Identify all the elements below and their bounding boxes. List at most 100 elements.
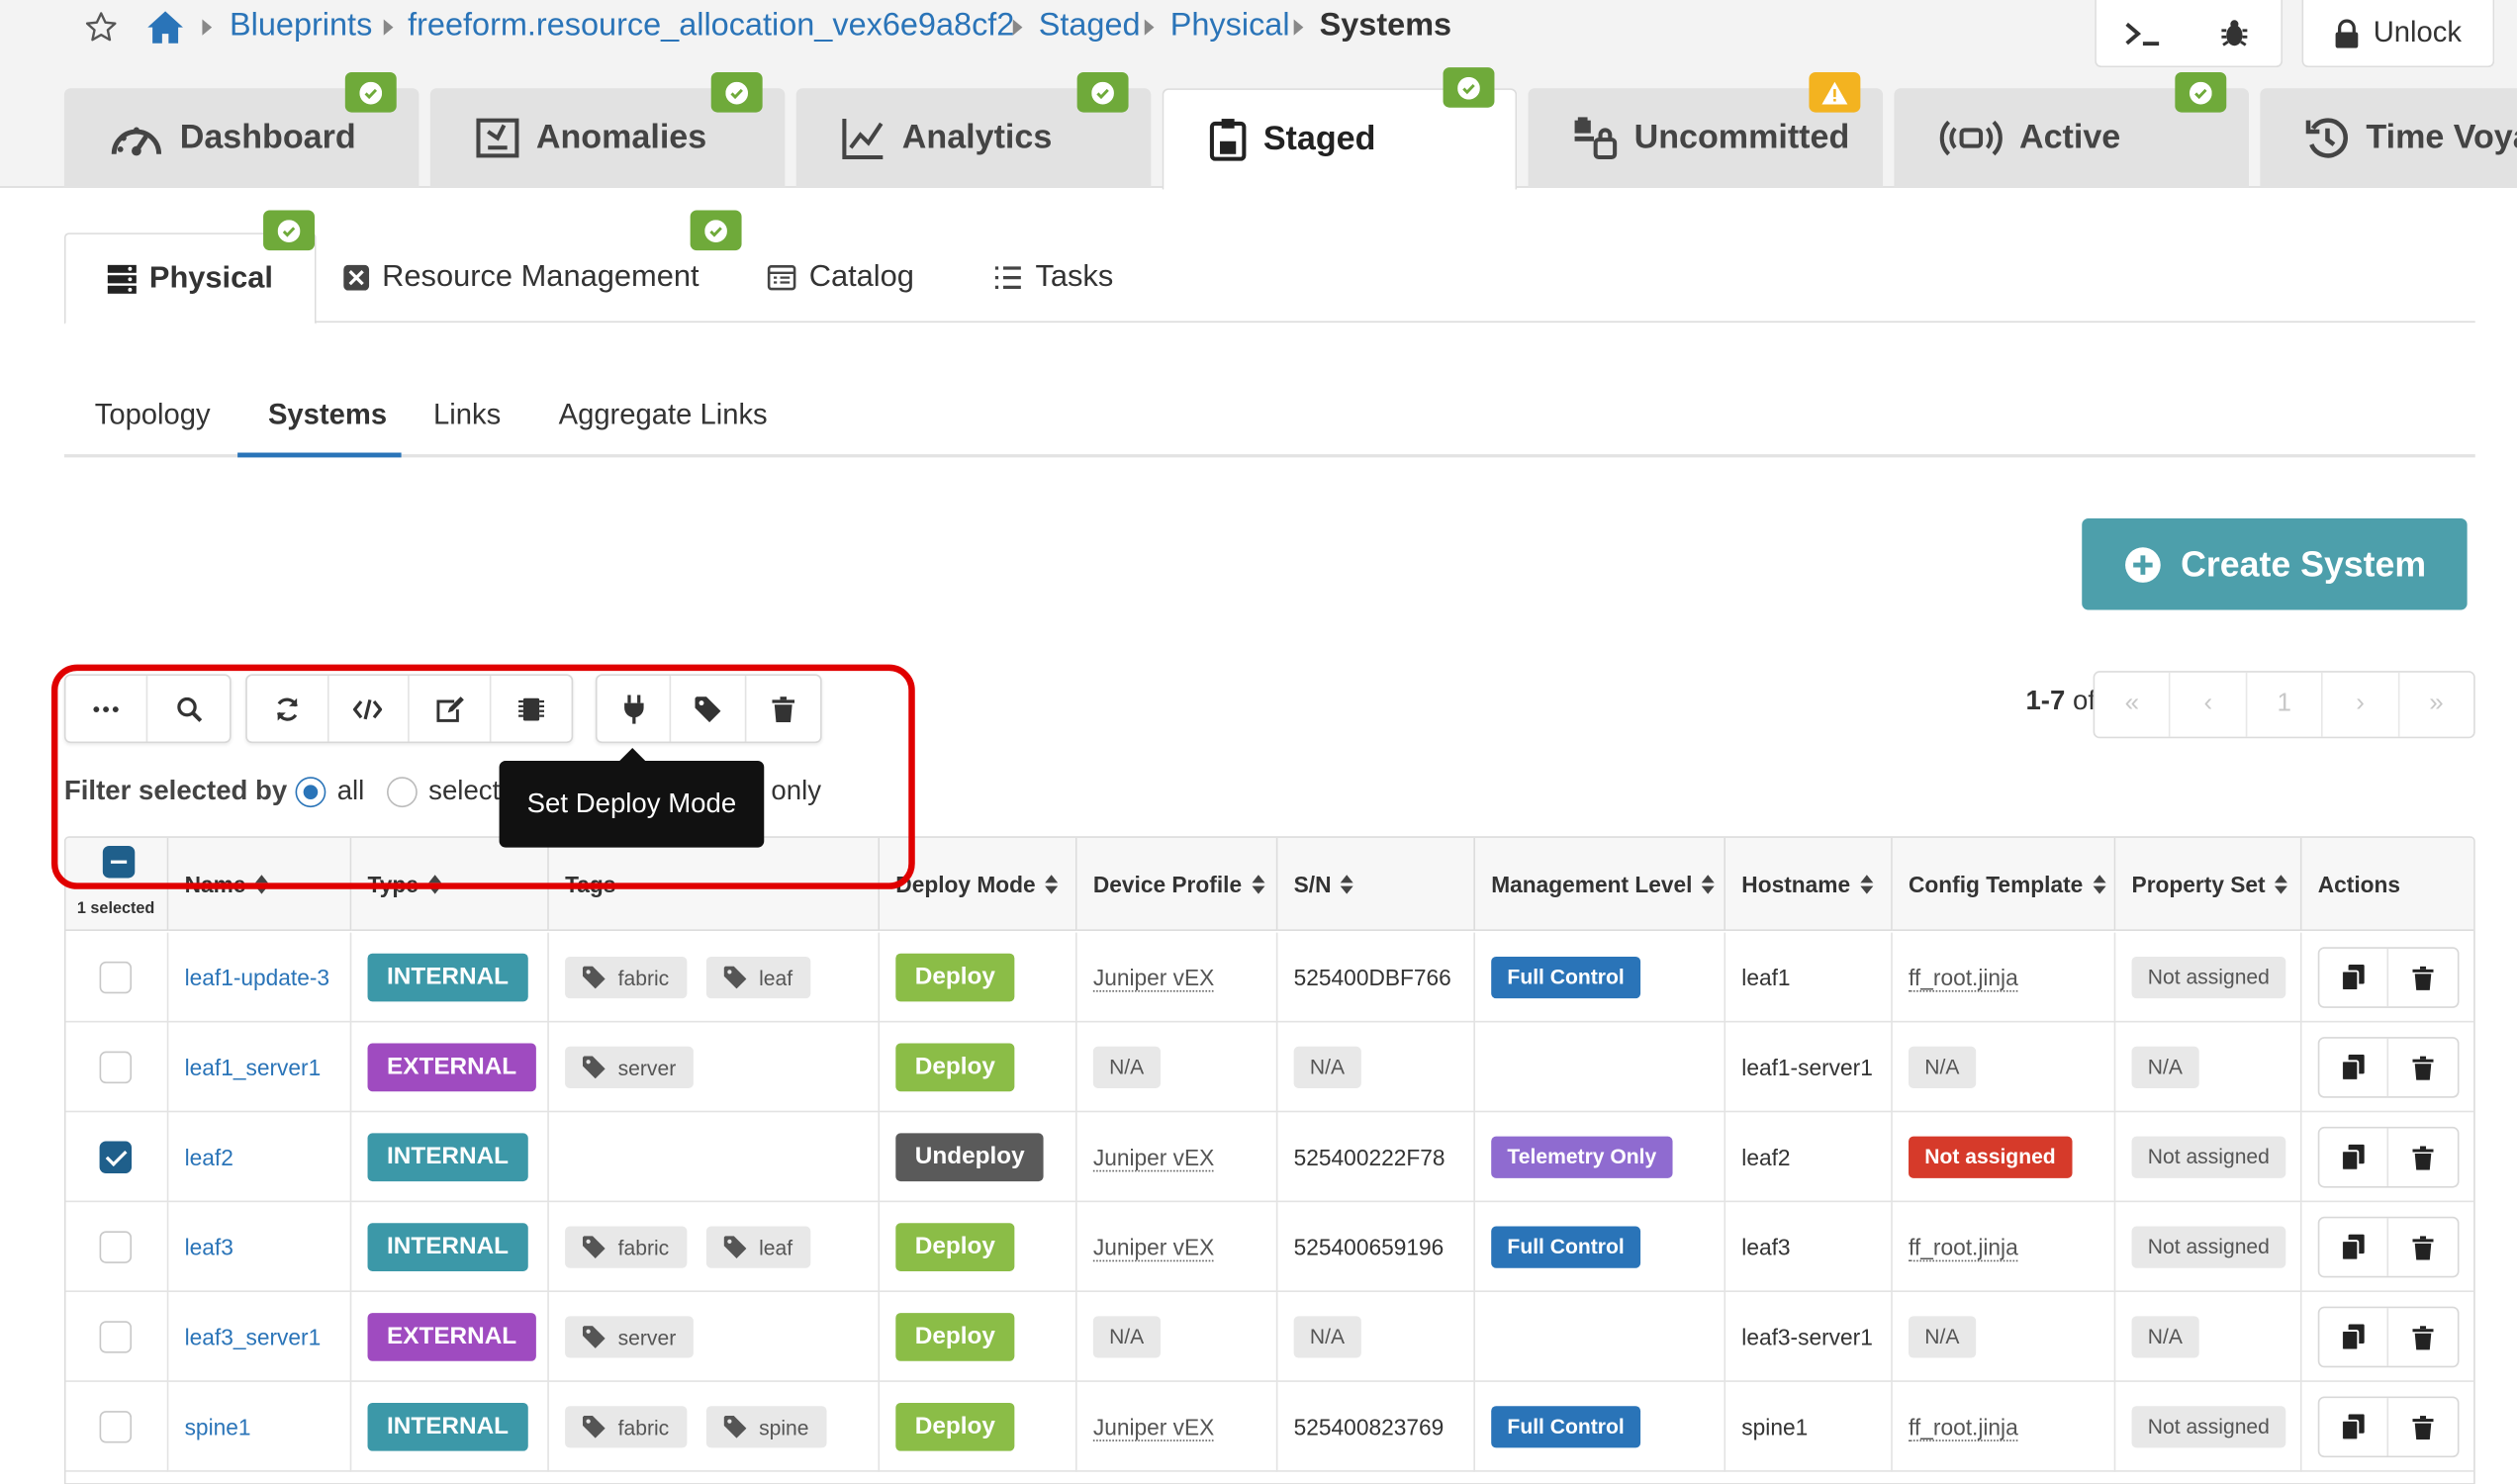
config-template-link[interactable]: ff_root.jinja bbox=[1909, 1234, 2018, 1261]
column-header-config-template[interactable]: Config Template bbox=[1892, 837, 2116, 931]
column-header-type[interactable]: Type bbox=[351, 837, 549, 931]
delete-row-button[interactable] bbox=[2388, 1398, 2458, 1455]
column-header-device-profile[interactable]: Device Profile bbox=[1076, 837, 1278, 931]
tag-chip[interactable]: fabric bbox=[565, 956, 688, 999]
system-name-link[interactable]: leaf1_server1 bbox=[185, 1055, 322, 1080]
deploy-mode-label[interactable]: Deploy bbox=[895, 1313, 1015, 1361]
clone-button[interactable] bbox=[2319, 1398, 2389, 1456]
create-system-button[interactable]: Create System bbox=[2082, 518, 2468, 610]
subtab-tasks[interactable]: Tasks bbox=[993, 232, 1113, 323]
tag-chip[interactable]: leaf bbox=[705, 1226, 810, 1268]
unlock-button[interactable]: Unlock bbox=[2301, 0, 2495, 68]
delete-row-button[interactable] bbox=[2388, 1039, 2458, 1096]
clone-button[interactable] bbox=[2319, 1218, 2389, 1276]
tag-chip[interactable]: fabric bbox=[565, 1226, 688, 1268]
filter-selected-radio[interactable] bbox=[386, 777, 418, 808]
column-header-management-level[interactable]: Management Level bbox=[1474, 837, 1726, 931]
device-profile-link[interactable]: Juniper vEX bbox=[1092, 1144, 1215, 1171]
clone-button[interactable] bbox=[2319, 1038, 2389, 1097]
next-page-button[interactable]: › bbox=[2323, 672, 2399, 737]
system-name-link[interactable]: leaf2 bbox=[185, 1145, 233, 1170]
system-name-link[interactable]: spine1 bbox=[185, 1414, 251, 1439]
home-icon[interactable] bbox=[146, 10, 185, 46]
last-page-button[interactable]: » bbox=[2399, 673, 2473, 737]
select-all-checkbox[interactable] bbox=[102, 846, 136, 879]
deploy-mode-label[interactable]: Undeploy bbox=[895, 1133, 1045, 1182]
device-profile-link[interactable]: Juniper vEX bbox=[1092, 1414, 1215, 1441]
tag-chip[interactable]: leaf bbox=[705, 956, 810, 999]
row-checkbox[interactable] bbox=[99, 1051, 133, 1084]
config-template-link[interactable]: ff_root.jinja bbox=[1909, 1414, 2018, 1441]
prev-page-button[interactable]: ‹ bbox=[2171, 672, 2248, 737]
tab-topology[interactable]: Topology bbox=[95, 398, 211, 431]
search-button[interactable] bbox=[147, 676, 230, 742]
breadcrumb-blueprints[interactable]: Blueprints bbox=[230, 8, 372, 45]
column-header-deploy-mode[interactable]: Deploy Mode bbox=[880, 837, 1077, 931]
config-template-link[interactable]: ff_root.jinja bbox=[1909, 964, 2018, 991]
code-button[interactable] bbox=[328, 676, 410, 742]
first-page-button[interactable]: « bbox=[2095, 672, 2172, 737]
subtab-catalog[interactable]: Catalog bbox=[767, 232, 914, 323]
column-header-hostname[interactable]: Hostname bbox=[1725, 837, 1893, 931]
delete-row-button[interactable] bbox=[2388, 1308, 2458, 1365]
clone-button[interactable] bbox=[2319, 1308, 2389, 1366]
hostname: leaf3-server1 bbox=[1741, 1324, 1873, 1350]
subtab-resource-management[interactable]: Resource Management bbox=[343, 232, 699, 323]
cell-name: spine1 bbox=[168, 1381, 352, 1472]
clone-button[interactable] bbox=[2319, 1128, 2389, 1186]
terminal-icon[interactable] bbox=[2097, 19, 2189, 47]
ellipsis-icon bbox=[93, 705, 119, 712]
row-actions bbox=[2317, 1037, 2460, 1098]
delete-row-button[interactable] bbox=[2388, 1218, 2458, 1275]
cell-actions bbox=[2302, 1382, 2474, 1472]
tag-chip[interactable]: spine bbox=[705, 1406, 827, 1448]
breadcrumb-blueprint-name[interactable]: freeform.resource_allocation_vex6e9a8cf2 bbox=[408, 8, 1014, 45]
column-header-property-set[interactable]: Property Set bbox=[2115, 837, 2302, 931]
copy-icon bbox=[2342, 1414, 2365, 1440]
row-checkbox[interactable] bbox=[99, 1231, 133, 1263]
row-checkbox[interactable] bbox=[99, 1141, 133, 1173]
device-profile-link[interactable]: Juniper vEX bbox=[1092, 1234, 1215, 1261]
tab-systems[interactable]: Systems bbox=[268, 398, 387, 431]
tab-time-voyager[interactable]: Time Voyager bbox=[2260, 88, 2517, 188]
tag-chip[interactable]: fabric bbox=[565, 1406, 688, 1448]
bug-icon[interactable] bbox=[2189, 17, 2281, 48]
delete-row-button[interactable] bbox=[2388, 949, 2458, 1006]
warning-icon bbox=[1821, 80, 1848, 104]
tags-button[interactable] bbox=[672, 676, 746, 742]
tab-aggregate-links[interactable]: Aggregate Links bbox=[559, 398, 768, 431]
deploy-mode-label[interactable]: Deploy bbox=[895, 953, 1015, 1002]
page-number[interactable]: 1 bbox=[2247, 672, 2323, 737]
copy-icon bbox=[2342, 1054, 2365, 1080]
more-options-button[interactable] bbox=[66, 676, 148, 742]
refresh-button[interactable] bbox=[247, 676, 328, 742]
tab-links[interactable]: Links bbox=[433, 398, 501, 431]
device-profile-link[interactable]: Juniper vEX bbox=[1092, 964, 1215, 991]
system-name-link[interactable]: leaf3_server1 bbox=[185, 1324, 322, 1349]
row-checkbox[interactable] bbox=[99, 1411, 133, 1443]
delete-button[interactable] bbox=[746, 676, 820, 742]
system-name-link[interactable]: leaf1-update-3 bbox=[185, 965, 329, 990]
star-icon[interactable] bbox=[83, 10, 119, 46]
edit-button[interactable] bbox=[410, 676, 491, 742]
deploy-mode-label[interactable]: Deploy bbox=[895, 1402, 1015, 1451]
row-checkbox[interactable] bbox=[99, 1321, 133, 1353]
delete-row-button[interactable] bbox=[2388, 1129, 2458, 1186]
breadcrumb-staged[interactable]: Staged bbox=[1039, 8, 1141, 45]
filter-all-radio[interactable] bbox=[295, 777, 326, 808]
cell-property-set: Not assigned bbox=[2115, 932, 2302, 1023]
tag-chip[interactable]: server bbox=[565, 1046, 695, 1088]
column-header-name[interactable]: Name bbox=[168, 837, 352, 931]
clone-button[interactable] bbox=[2319, 948, 2389, 1007]
set-deploy-mode-button[interactable] bbox=[598, 676, 672, 742]
deploy-mode-label[interactable]: Deploy bbox=[895, 1043, 1015, 1092]
deploy-mode-label[interactable]: Deploy bbox=[895, 1223, 1015, 1271]
column-header-sn[interactable]: S/N bbox=[1277, 837, 1475, 931]
device-button[interactable] bbox=[491, 676, 572, 742]
cell-config-template: ff_root.jinja bbox=[1893, 1381, 2116, 1472]
breadcrumb-physical[interactable]: Physical bbox=[1170, 8, 1290, 45]
system-name-link[interactable]: leaf3 bbox=[185, 1235, 233, 1260]
tag-chip[interactable]: server bbox=[565, 1316, 695, 1358]
row-checkbox[interactable] bbox=[99, 961, 133, 994]
staged-status-badge bbox=[1443, 67, 1495, 108]
